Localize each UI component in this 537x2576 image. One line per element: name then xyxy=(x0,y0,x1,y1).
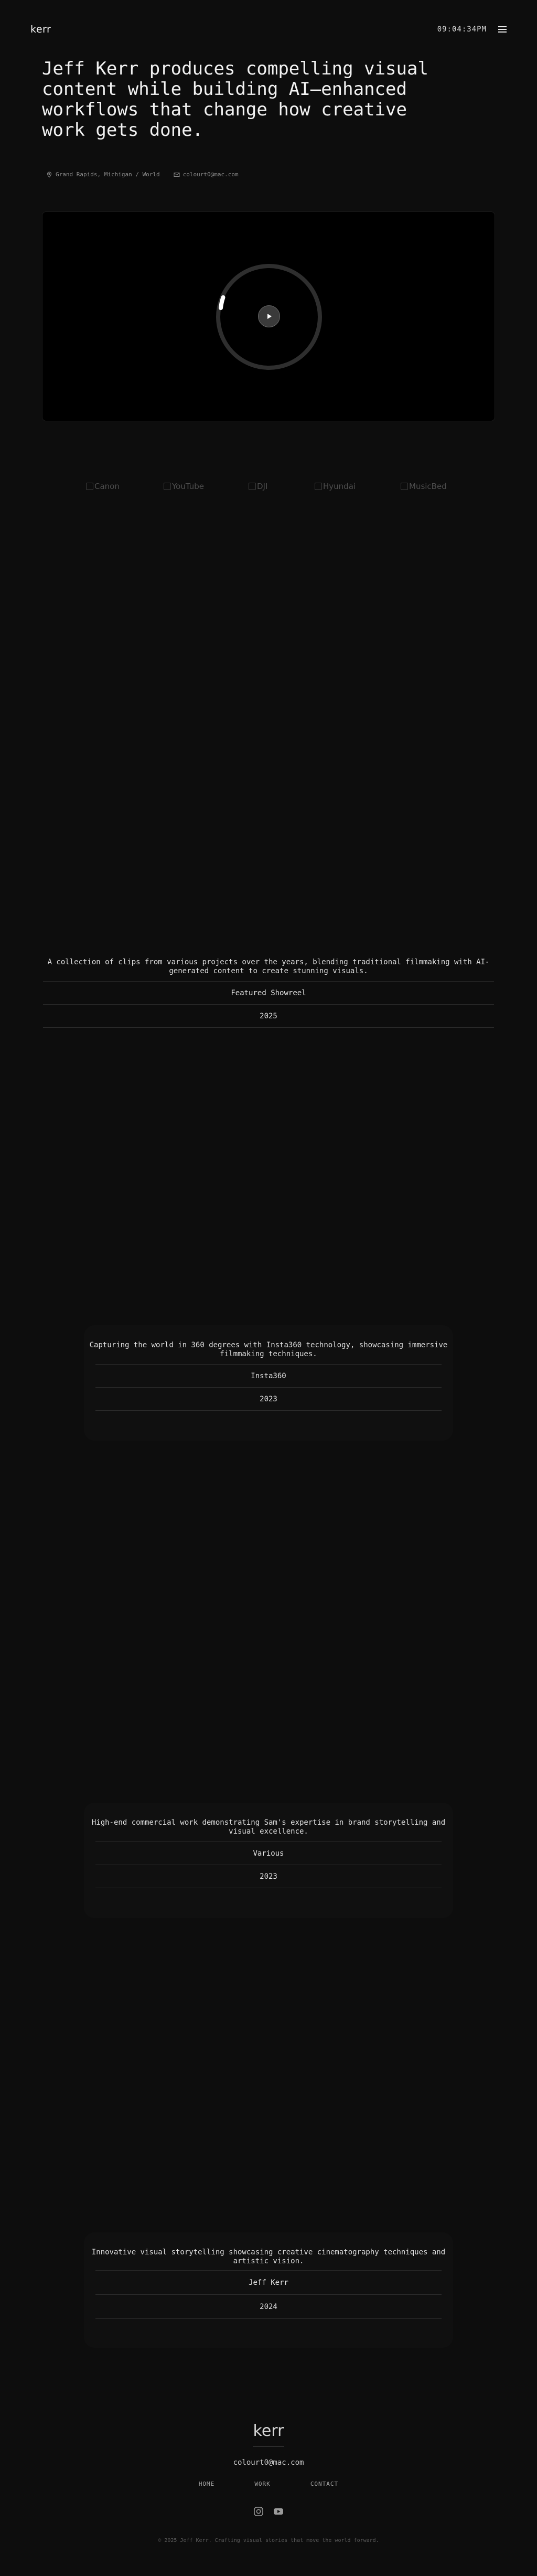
project-description: Innovative visual storytelling showcasin… xyxy=(91,2248,446,2265)
broken-image-icon xyxy=(315,483,322,490)
youtube-icon[interactable] xyxy=(273,2506,284,2517)
project-description: High-end commercial work demonstrating S… xyxy=(91,1818,446,1836)
footer-logo[interactable]: kerr xyxy=(0,2422,537,2440)
location-text: Grand Rapids, Michigan / World xyxy=(56,171,160,178)
client-logos: Canon YouTube DJI Hyundai MusicBed xyxy=(86,482,453,494)
broken-image-icon xyxy=(401,483,408,490)
project-client: Insta360 xyxy=(95,1364,442,1387)
site-logo[interactable]: kerr xyxy=(30,24,51,35)
mail-icon xyxy=(174,172,180,177)
hero-title: Jeff Kerr produces compelling visual con… xyxy=(42,58,428,141)
hero-meta: Grand Rapids, Michigan / World colourt0@… xyxy=(46,171,239,178)
location: Grand Rapids, Michigan / World xyxy=(46,171,160,178)
email-text: colourt0@mac.com xyxy=(182,171,239,178)
project-year: 2025 xyxy=(43,1004,494,1027)
footer-nav-contact[interactable]: CONTACT xyxy=(310,2481,338,2487)
broken-image-icon xyxy=(249,483,256,490)
client-logo-youtube: YouTube xyxy=(164,482,204,491)
project-client: Various xyxy=(95,1841,442,1865)
project-various[interactable]: High-end commercial work demonstrating S… xyxy=(0,1818,537,1888)
project-year: 2024 xyxy=(95,2294,442,2318)
social-links xyxy=(0,2506,537,2517)
project-jeff-kerr[interactable]: Innovative visual storytelling showcasin… xyxy=(0,2248,537,2319)
divider xyxy=(43,1027,494,1028)
footer-nav-home[interactable]: HOME xyxy=(199,2481,215,2487)
instagram-icon[interactable] xyxy=(253,2506,264,2517)
menu-icon[interactable] xyxy=(498,26,507,33)
project-client: Featured Showreel xyxy=(43,981,494,1004)
project-year: 2023 xyxy=(95,1865,442,1888)
divider xyxy=(95,1410,442,1411)
client-logo-musicbed: MusicBed xyxy=(401,482,447,491)
play-button[interactable] xyxy=(258,305,280,327)
site-header: kerr 09:04:34PM xyxy=(30,23,507,36)
header-right: 09:04:34PM xyxy=(437,25,507,34)
client-logo-canon: Canon xyxy=(86,482,120,491)
broken-image-icon xyxy=(86,483,93,490)
project-description: A collection of clips from various proje… xyxy=(47,958,490,975)
client-logo-hyundai: Hyundai xyxy=(315,482,356,491)
footer-nav: HOME WORK CONTACT xyxy=(0,2481,537,2487)
project-description: Capturing the world in 360 degrees with … xyxy=(89,1341,448,1358)
video-player[interactable] xyxy=(42,211,495,421)
divider xyxy=(95,2318,442,2319)
footer-divider xyxy=(253,2446,284,2447)
loading-progress-arc xyxy=(219,295,225,310)
project-insta360[interactable]: Capturing the world in 360 degrees with … xyxy=(0,1341,537,1411)
broken-image-icon xyxy=(164,483,171,490)
footer-email[interactable]: colourt0@mac.com xyxy=(0,2458,537,2467)
project-year: 2023 xyxy=(95,1387,442,1410)
location-pin-icon xyxy=(47,171,52,178)
client-logo-dji: DJI xyxy=(249,482,267,491)
play-icon xyxy=(267,314,272,319)
clock: 09:04:34PM xyxy=(437,25,487,34)
site-footer: kerr colourt0@mac.com HOME WORK CONTACT … xyxy=(0,2422,537,2543)
project-featured-showreel[interactable]: A collection of clips from various proje… xyxy=(0,958,537,1028)
email[interactable]: colourt0@mac.com xyxy=(174,171,239,178)
copyright: © 2025 Jeff Kerr. Crafting visual storie… xyxy=(158,2538,379,2543)
project-client: Jeff Kerr xyxy=(95,2270,442,2294)
footer-nav-work[interactable]: WORK xyxy=(254,2481,271,2487)
